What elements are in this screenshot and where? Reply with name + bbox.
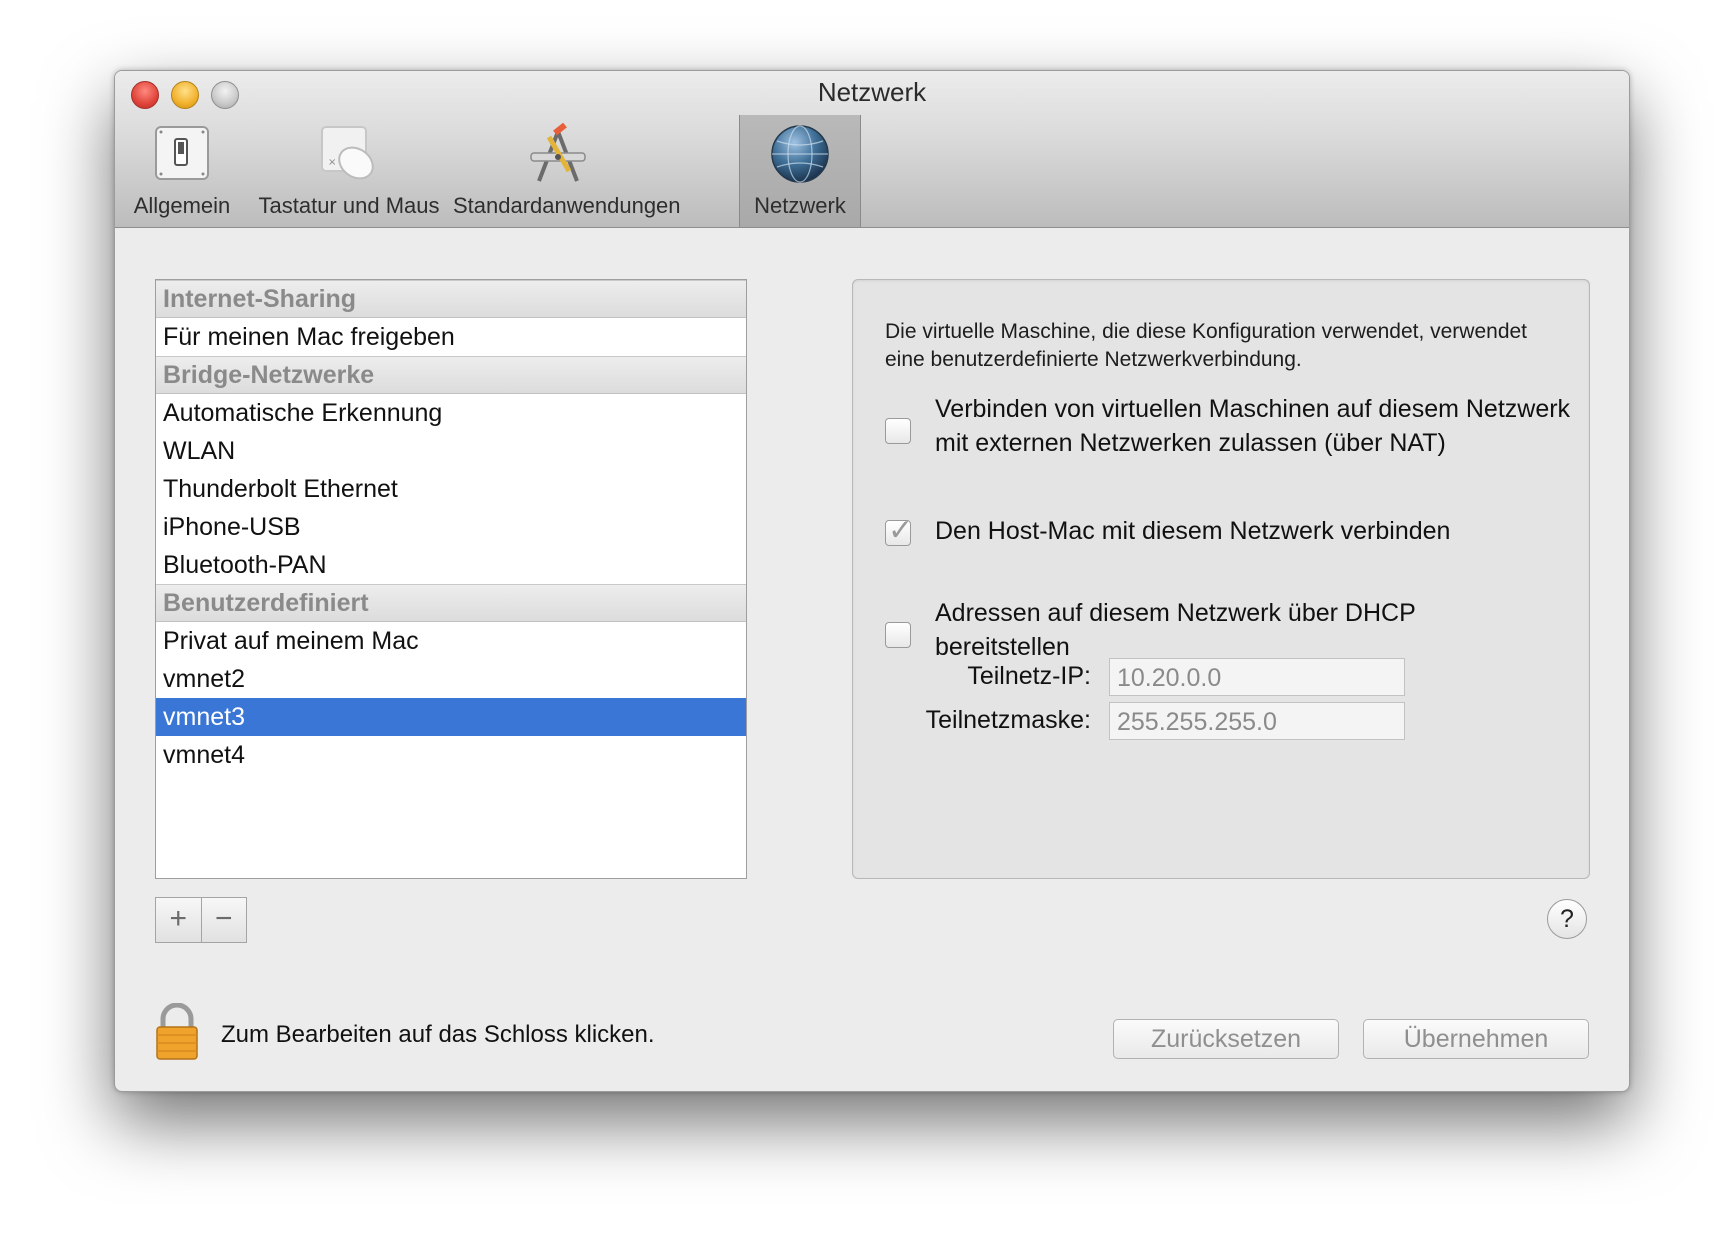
nat-checkbox[interactable]	[885, 418, 911, 444]
help-button[interactable]: ?	[1547, 899, 1587, 939]
remove-network-button[interactable]: −	[200, 898, 247, 942]
subnet-mask-field[interactable]: 255.255.255.0	[1109, 702, 1405, 740]
title-bar: Netzwerk Allgemein × Tastatur und Maus S…	[115, 71, 1629, 228]
subnet-ip-label: Teilnetz-IP:	[967, 662, 1091, 690]
toolbar-label-tastatur-und-maus: Tastatur und Maus	[258, 193, 440, 218]
apply-button[interactable]: Übernehmen	[1363, 1019, 1589, 1059]
app-tools-icon	[530, 123, 586, 182]
lock-hint-text: Zum Bearbeiten auf das Schloss klicken.	[221, 1021, 655, 1048]
svg-text:×: ×	[328, 157, 336, 168]
add-network-button[interactable]: +	[156, 898, 201, 942]
list-item-privat-auf-meinem-mac[interactable]: Privat auf meinem Mac	[156, 622, 746, 660]
dhcp-checkbox[interactable]	[885, 622, 911, 648]
subnet-mask-label: Teilnetzmaske:	[925, 706, 1091, 734]
reset-button[interactable]: Zurücksetzen	[1113, 1019, 1339, 1059]
switch-icon	[155, 126, 209, 180]
globe-icon	[771, 125, 829, 183]
preferences-window: Netzwerk Allgemein × Tastatur und Maus S…	[114, 70, 1630, 1092]
host-mac-checkbox[interactable]: ✓	[885, 513, 913, 548]
lock-icon[interactable]	[153, 1003, 201, 1063]
mouse-icon: ×	[321, 126, 374, 180]
section-header-bridge-netzwerke: Bridge-Netzwerke	[156, 356, 746, 394]
network-settings-panel: Die virtuelle Maschine, die diese Konfig…	[852, 279, 1590, 879]
panel-description: Die virtuelle Maschine, die diese Konfig…	[885, 320, 1528, 371]
toolbar-item-allgemein[interactable]: Allgemein	[119, 115, 245, 227]
toolbar-item-netzwerk[interactable]: Netzwerk	[739, 115, 861, 227]
toolbar-label-allgemein: Allgemein	[133, 193, 231, 218]
section-header-internet-sharing: Internet-Sharing	[156, 280, 746, 318]
list-item-vmnet2[interactable]: vmnet2	[156, 660, 746, 698]
toolbar-item-tastatur-und-maus[interactable]: × Tastatur und Maus	[249, 115, 449, 227]
window-title: Netzwerk	[817, 77, 927, 107]
toolbar-label-netzwerk: Netzwerk	[754, 193, 846, 218]
list-item-bluetooth-pan[interactable]: Bluetooth-PAN	[156, 546, 746, 584]
add-remove-control: + −	[155, 897, 247, 943]
network-list[interactable]: Internet-Sharing Für meinen Mac freigebe…	[155, 279, 747, 879]
dhcp-label: Adressen auf diesem Netzwerk über DHCP b…	[935, 599, 1416, 661]
toolbar-label-standardanwendungen: Standardanwendungen	[453, 193, 681, 218]
nat-label: Verbinden von virtuellen Maschinen auf d…	[935, 395, 1571, 457]
list-item-vmnet3[interactable]: vmnet3	[156, 698, 746, 736]
list-item-wlan[interactable]: WLAN	[156, 432, 746, 470]
list-item-vmnet4[interactable]: vmnet4	[156, 736, 746, 774]
list-item-automatische-erkennung[interactable]: Automatische Erkennung	[156, 394, 746, 432]
list-item-thunderbolt-ethernet[interactable]: Thunderbolt Ethernet	[156, 470, 746, 508]
subnet-ip-field[interactable]: 10.20.0.0	[1109, 658, 1405, 696]
list-item-fuer-meinen-mac[interactable]: Für meinen Mac freigeben	[156, 318, 746, 356]
section-header-benutzerdefiniert: Benutzerdefiniert	[156, 584, 746, 622]
host-mac-label: Den Host-Mac mit diesem Netzwerk verbind…	[935, 517, 1451, 545]
check-mark-icon: ✓	[888, 513, 914, 548]
toolbar-item-standardanwendungen[interactable]: Standardanwendungen	[453, 115, 681, 227]
list-item-iphone-usb[interactable]: iPhone-USB	[156, 508, 746, 546]
